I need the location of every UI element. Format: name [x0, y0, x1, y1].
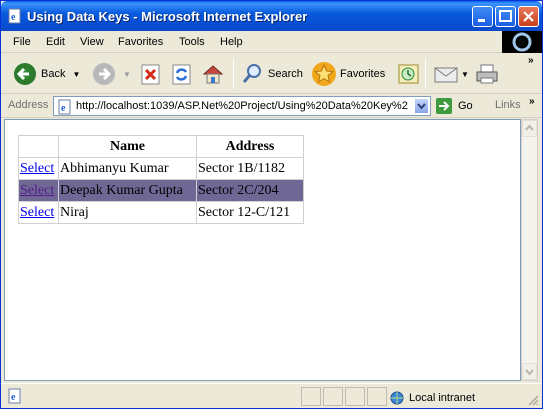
toolbar-separator: [425, 59, 426, 89]
svg-text:e: e: [11, 12, 16, 23]
row-address: Sector 1B/1182: [196, 157, 304, 180]
status-bar: e Local intranet: [1, 383, 542, 408]
menu-bar: File Edit View Favorites Tools Help: [1, 31, 542, 53]
title-bar[interactable]: e Using Data Keys - Microsoft Internet E…: [1, 1, 542, 31]
vertical-scrollbar[interactable]: [521, 119, 538, 381]
menu-tools[interactable]: Tools: [179, 36, 205, 48]
back-button[interactable]: Back ▼: [12, 59, 80, 89]
mail-icon: [434, 67, 458, 83]
grid-header-select: [18, 135, 59, 158]
refresh-button[interactable]: [171, 59, 193, 89]
links-overflow-icon[interactable]: »: [529, 96, 535, 107]
page-icon: e: [58, 99, 71, 115]
chevron-down-icon: [417, 103, 426, 110]
throbber-icon: [512, 32, 532, 52]
history-button[interactable]: [397, 59, 421, 89]
status-pane: [323, 387, 343, 406]
svg-text:e: e: [11, 392, 16, 403]
stop-button[interactable]: [140, 59, 162, 89]
row-address: Sector 12-C/121: [196, 201, 304, 224]
status-pane: [301, 387, 321, 406]
scroll-down-button[interactable]: [522, 363, 537, 380]
row-name: Abhimanyu Kumar: [58, 157, 197, 180]
row-name: Deepak Kumar Gupta: [58, 179, 197, 202]
menu-view[interactable]: View: [80, 36, 104, 48]
search-button[interactable]: Search: [241, 59, 303, 89]
go-button[interactable]: Go: [435, 97, 473, 115]
toolbar-separator: [233, 59, 234, 89]
back-dropdown-icon[interactable]: ▼: [72, 70, 80, 79]
chevron-up-icon: [525, 124, 534, 131]
zone-label: Local intranet: [409, 392, 476, 404]
table-row: Select Abhimanyu Kumar Sector 1B/1182: [18, 157, 304, 180]
table-row: Select Niraj Sector 12-C/121: [18, 201, 304, 224]
search-label: Search: [268, 68, 303, 80]
menu-favorites[interactable]: Favorites: [118, 36, 163, 48]
address-input[interactable]: e http://localhost:1039/ASP.Net%20Projec…: [53, 96, 431, 116]
close-button[interactable]: [518, 6, 539, 27]
back-arrow-icon: [14, 63, 36, 85]
status-pane: [367, 387, 387, 406]
favorites-button[interactable]: Favorites: [311, 59, 385, 89]
windows-logo: [502, 31, 542, 53]
ie-page-icon: e: [8, 8, 21, 24]
scroll-up-button[interactable]: [522, 120, 537, 137]
go-label: Go: [458, 100, 473, 112]
menu-help[interactable]: Help: [220, 36, 243, 48]
toolbar: Back ▼ ▼ Search Favorites ▼ »: [1, 53, 542, 94]
page-content: Name Address Select Abhimanyu Kumar Sect…: [4, 119, 521, 381]
forward-button[interactable]: ▼: [91, 59, 131, 89]
back-label: Back: [41, 68, 66, 80]
row-address: Sector 2C/204: [196, 179, 304, 202]
mail-dropdown-icon[interactable]: ▼: [461, 70, 469, 79]
history-icon: [398, 64, 419, 84]
mail-button[interactable]: ▼: [433, 59, 469, 89]
grid-header-name: Name: [58, 135, 197, 158]
menu-file[interactable]: File: [13, 36, 31, 48]
minimize-icon: [478, 19, 485, 22]
print-button[interactable]: [475, 59, 499, 89]
minimize-button[interactable]: [472, 6, 493, 27]
security-zone[interactable]: Local intranet: [389, 390, 475, 406]
close-icon: [523, 11, 534, 22]
select-link[interactable]: Select: [20, 161, 54, 176]
table-row-selected: Select Deepak Kumar Gupta Sector 2C/204: [18, 179, 304, 202]
select-link[interactable]: Select: [20, 183, 54, 198]
stop-icon: [141, 64, 160, 85]
svg-text:e: e: [61, 103, 66, 114]
grid-header-row: Name Address: [18, 135, 304, 158]
favorites-label: Favorites: [340, 68, 386, 80]
address-bar: Address e http://localhost:1039/ASP.Net%…: [1, 94, 542, 118]
toolbar-overflow-icon[interactable]: »: [528, 55, 534, 66]
refresh-icon: [172, 64, 191, 85]
printer-icon: [476, 64, 498, 84]
maximize-button[interactable]: [495, 6, 516, 27]
resize-grip-icon[interactable]: [527, 394, 539, 406]
status-pane: [345, 387, 365, 406]
address-label: Address: [8, 99, 49, 111]
favorites-star-icon: [312, 62, 336, 86]
page-status-icon: e: [8, 388, 21, 404]
intranet-globe-icon: [390, 391, 404, 405]
links-button[interactable]: Links: [495, 99, 521, 111]
menu-edit[interactable]: Edit: [46, 36, 65, 48]
select-link[interactable]: Select: [20, 205, 54, 220]
address-url: http://localhost:1039/ASP.Net%20Project/…: [76, 100, 408, 112]
chevron-down-icon: [525, 369, 534, 376]
maximize-icon: [499, 10, 512, 22]
go-arrow-icon: [436, 98, 452, 114]
home-button[interactable]: [201, 59, 225, 89]
grid-header-address: Address: [196, 135, 304, 158]
forward-arrow-icon: [93, 63, 115, 85]
home-icon: [202, 65, 224, 84]
search-icon: [242, 64, 261, 83]
window-title: Using Data Keys - Microsoft Internet Exp…: [27, 9, 308, 24]
browser-window: e Using Data Keys - Microsoft Internet E…: [0, 0, 543, 409]
address-dropdown-button[interactable]: [414, 98, 429, 114]
row-name: Niraj: [58, 201, 197, 224]
data-grid: Name Address Select Abhimanyu Kumar Sect…: [18, 135, 304, 224]
forward-dropdown-icon[interactable]: ▼: [123, 70, 131, 79]
